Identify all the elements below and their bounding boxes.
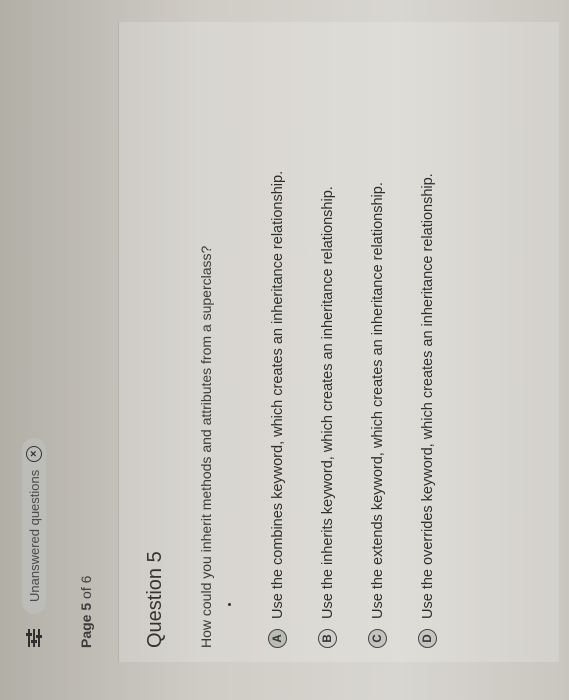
option-letter-c[interactable]: C — [368, 629, 387, 648]
question-title: Question 5 — [144, 551, 166, 648]
close-icon[interactable]: × — [26, 445, 42, 462]
option-text-b: Use the inherits keyword, which creates … — [319, 186, 336, 619]
page-prefix: Page — [78, 614, 94, 648]
chip-label: Unanswered questions — [26, 469, 42, 602]
bullet-dot — [228, 603, 231, 606]
quiz-page: Unanswered questions × Page 5 of 6 Quest… — [0, 0, 569, 700]
option-text-c: Use the extends keyword, which creates a… — [369, 182, 386, 619]
photo-background: Unanswered questions × Page 5 of 6 Quest… — [0, 0, 569, 700]
option-text-a: Use the combines keyword, which creates … — [269, 170, 286, 619]
answer-option-b[interactable]: B Use the inherits keyword, which create… — [318, 186, 337, 648]
option-letter-d[interactable]: D — [418, 629, 437, 648]
option-letter-a[interactable]: A — [268, 629, 287, 648]
question-text: How could you inherit methods and attrib… — [198, 245, 214, 648]
answer-option-c[interactable]: C Use the extends keyword, which creates… — [368, 182, 387, 648]
filter-sliders-icon[interactable] — [26, 628, 42, 648]
question-card — [118, 22, 559, 662]
unanswered-questions-chip[interactable]: Unanswered questions × — [22, 437, 46, 614]
answer-option-d[interactable]: D Use the overrides keyword, which creat… — [418, 173, 437, 648]
answer-option-a[interactable]: A Use the combines keyword, which create… — [268, 171, 287, 648]
filter-row: Unanswered questions × — [22, 437, 46, 648]
option-text-d: Use the overrides keyword, which creates… — [419, 173, 436, 619]
page-total: 6 — [78, 575, 94, 584]
page-indicator: Page 5 of 6 — [78, 576, 94, 648]
page-current: 5 — [78, 602, 94, 611]
page-separator: of — [78, 587, 94, 599]
option-letter-b[interactable]: B — [318, 629, 337, 648]
